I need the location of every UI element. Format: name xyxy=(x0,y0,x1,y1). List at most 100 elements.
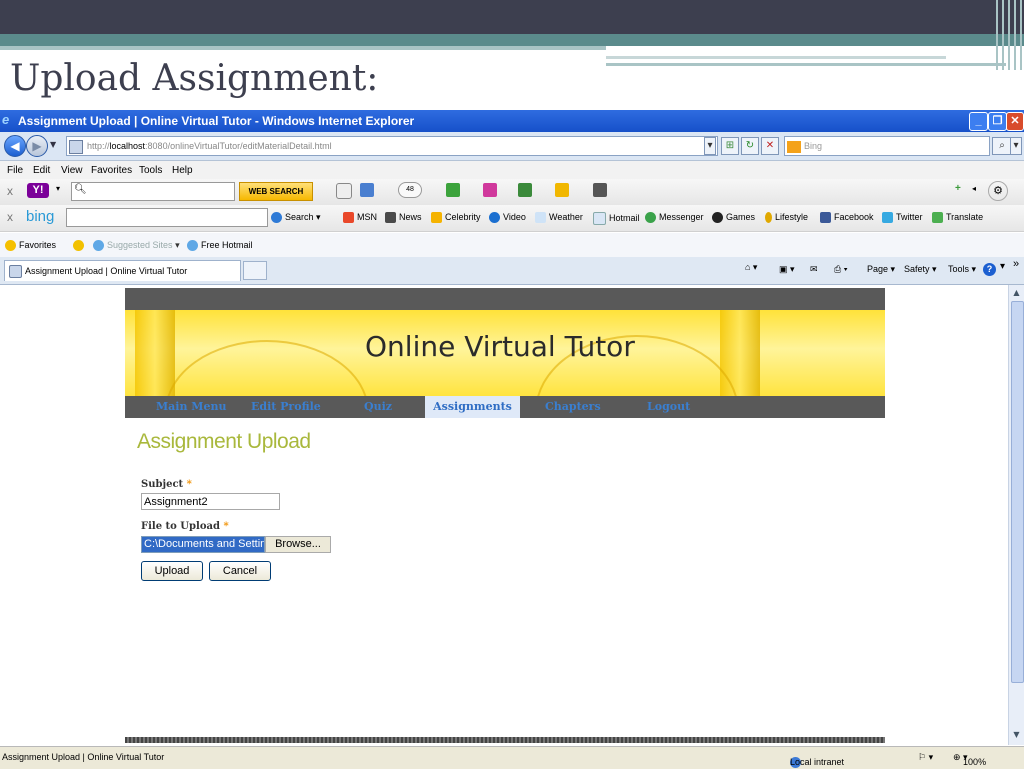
history-dropdown-icon[interactable]: ▼ xyxy=(50,140,56,149)
home-icon[interactable]: ⌂ ▾ xyxy=(745,262,757,273)
search-go-icon[interactable]: ⌕ xyxy=(992,137,1012,155)
subject-input[interactable]: Assignment2 xyxy=(141,493,280,510)
flickr-icon[interactable] xyxy=(483,183,497,197)
scroll-thumb[interactable] xyxy=(1011,301,1024,683)
suggested-sites-link[interactable]: Suggested Sites ▾ xyxy=(93,240,180,252)
site-footer-bar xyxy=(125,737,885,743)
free-hotmail-link[interactable]: Free Hotmail xyxy=(187,240,253,252)
video-link[interactable]: Video xyxy=(489,212,526,224)
read-mail-icon[interactable]: ✉ xyxy=(810,264,818,275)
mail-count-badge[interactable]: 48 xyxy=(398,182,422,198)
safety-menu[interactable]: Safety ▾ xyxy=(904,264,937,275)
file-path-input[interactable]: C:\Documents and Settings xyxy=(141,536,265,553)
browser-search-input[interactable]: Bing xyxy=(784,136,990,156)
vertical-scrollbar[interactable]: ▲ ▼ xyxy=(1008,285,1024,745)
twitter-link[interactable]: Twitter xyxy=(882,212,923,224)
close-button[interactable]: ✕ xyxy=(1006,112,1024,131)
menu-file[interactable]: File xyxy=(7,165,23,176)
help-dropdown-icon[interactable]: ▾ xyxy=(1000,261,1005,272)
menu-view[interactable]: View xyxy=(61,165,83,176)
nav-main-menu[interactable]: Main Menu xyxy=(156,400,226,413)
yahoo-dropdown-icon[interactable]: ▾ xyxy=(56,184,60,193)
browse-button[interactable]: Browse... xyxy=(265,536,331,553)
subject-label: Subject * xyxy=(141,479,192,490)
minimize-button[interactable]: _ xyxy=(969,112,988,131)
scroll-down-icon[interactable]: ▼ xyxy=(1011,729,1022,741)
ie-logo-icon: e xyxy=(2,112,10,127)
bookmark-icon[interactable] xyxy=(336,183,352,199)
yahoo-toolbar-close[interactable]: x xyxy=(7,184,13,198)
tools-menu[interactable]: Tools ▾ xyxy=(948,264,976,275)
favorites-button[interactable]: Favorites xyxy=(5,240,56,252)
forward-button[interactable]: ▶ xyxy=(26,135,48,157)
bing-toolbar-input[interactable] xyxy=(66,208,268,227)
refresh-icon[interactable]: ↻ xyxy=(741,137,759,155)
back-button[interactable]: ◀ xyxy=(4,135,26,157)
new-tab-button[interactable] xyxy=(243,261,267,280)
games-icon[interactable] xyxy=(518,183,532,197)
nav-chapters[interactable]: Chapters xyxy=(545,400,601,413)
nav-edit-profile[interactable]: Edit Profile xyxy=(251,400,321,413)
upload-button[interactable]: Upload xyxy=(141,561,203,581)
menu-favorites[interactable]: Favorites xyxy=(91,165,132,176)
facebook-label: Facebook xyxy=(834,212,874,222)
lifestyle-link[interactable]: Lifestyle xyxy=(765,212,808,224)
msn-link[interactable]: MSN xyxy=(343,212,377,224)
menu-tools[interactable]: Tools xyxy=(139,165,162,176)
feeds-icon[interactable]: ▣ ▾ xyxy=(779,264,795,275)
answers-icon[interactable] xyxy=(446,183,460,197)
search-options-icon[interactable]: ▾ xyxy=(1010,137,1022,155)
bing-toolbar-close[interactable]: x xyxy=(7,210,13,224)
lifestyle-icon xyxy=(765,212,772,224)
celebrity-link[interactable]: Celebrity xyxy=(431,212,481,224)
menu-edit[interactable]: Edit xyxy=(33,165,50,176)
nav-quiz[interactable]: Quiz xyxy=(364,400,392,413)
games-link[interactable]: Games xyxy=(712,212,755,224)
zoom-control[interactable]: ⊕ 100% ▾ xyxy=(953,752,986,767)
url-input[interactable]: http://localhost:8080/onlineVirtualTutor… xyxy=(66,136,718,156)
tab-active[interactable]: Assignment Upload | Online Virtual Tutor xyxy=(4,260,241,281)
weather-label: Weather xyxy=(549,212,583,222)
compat-view-icon[interactable]: ⊞ xyxy=(721,137,739,155)
favorites-star-icon xyxy=(5,240,16,252)
yahoo-search-input[interactable] xyxy=(71,182,235,201)
slide-top-bar xyxy=(0,0,1024,34)
yahoo-logo-icon[interactable]: Y! xyxy=(27,183,49,198)
file-label-text: File to Upload xyxy=(141,521,220,532)
video-play-icon xyxy=(489,212,500,224)
toolbar-scroll-left-icon[interactable]: ◂ xyxy=(972,184,976,193)
amazon-icon[interactable] xyxy=(593,183,607,197)
mail-icon[interactable] xyxy=(360,183,374,197)
help-icon[interactable]: ? xyxy=(983,263,996,276)
weather-link[interactable]: Weather xyxy=(535,212,583,224)
tab-title: Assignment Upload | Online Virtual Tutor xyxy=(25,266,188,276)
page-menu[interactable]: Page ▾ xyxy=(867,264,895,275)
web-search-button[interactable]: WEB SEARCH xyxy=(239,182,313,201)
cancel-button[interactable]: Cancel xyxy=(209,561,271,581)
messenger-link[interactable]: Messenger xyxy=(645,212,704,224)
ebay-icon[interactable] xyxy=(555,183,569,197)
status-bar: Assignment Upload | Online Virtual Tutor… xyxy=(0,746,1024,769)
nav-logout[interactable]: Logout xyxy=(647,400,690,413)
stop-icon[interactable]: ✕ xyxy=(761,137,779,155)
add-favorite-icon[interactable] xyxy=(73,240,87,252)
protected-mode-icon[interactable]: ⚐ ▾ xyxy=(918,752,933,763)
nav-assignments[interactable]: Assignments xyxy=(425,396,520,418)
celebrity-label: Celebrity xyxy=(445,212,481,222)
settings-gear-icon[interactable]: ⚙ xyxy=(988,181,1008,201)
url-path: :8080/onlineVirtualTutor/editMaterialDet… xyxy=(145,141,332,151)
hotmail-link[interactable]: Hotmail xyxy=(593,212,640,225)
facebook-link[interactable]: Facebook xyxy=(820,212,874,224)
print-icon[interactable]: ⎙ ▾ xyxy=(834,264,847,275)
menu-help[interactable]: Help xyxy=(172,165,193,176)
add-button-icon[interactable]: + xyxy=(955,183,961,194)
address-bar: ◀ ▶ ▼ http://localhost:8080/onlineVirtua… xyxy=(0,132,1024,161)
more-commands-icon[interactable]: » xyxy=(1013,258,1019,270)
news-link[interactable]: News xyxy=(385,212,422,224)
scroll-up-icon[interactable]: ▲ xyxy=(1011,287,1022,299)
translate-link[interactable]: Translate xyxy=(932,212,983,224)
maximize-button[interactable]: ❐ xyxy=(988,112,1007,131)
url-dropdown-icon[interactable]: ▾ xyxy=(704,137,716,155)
bing-search-button[interactable]: Search ▾ xyxy=(271,212,321,224)
yahoo-search-icon: 🔍︎ xyxy=(74,184,87,195)
